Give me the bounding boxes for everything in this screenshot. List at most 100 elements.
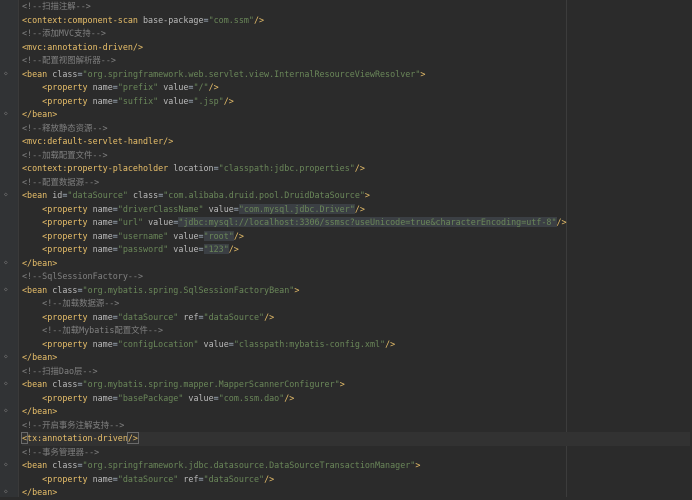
code-line[interactable]: <property name="suffix" value=".jsp"/> bbox=[22, 95, 690, 109]
code-token-str: "basePackage" bbox=[117, 392, 184, 403]
code-token-attr: name bbox=[92, 217, 113, 227]
code-line[interactable]: ◇ <bean class="org.springframework.web.se… bbox=[4, 68, 690, 82]
code-token-str: "prefix" bbox=[117, 82, 159, 92]
code-token-comment: <!--释放静态资源--> bbox=[22, 122, 108, 133]
code-line[interactable]: <mvc:annotation-driven/> bbox=[22, 41, 690, 55]
code-token-tag: <property bbox=[42, 217, 93, 227]
code-lines[interactable]: <!--扫描注解--> <context:component-scan base-… bbox=[4, 0, 690, 500]
code-line[interactable]: ◇ <bean class="org.mybatis.spring.mapper.… bbox=[4, 378, 690, 392]
code-line[interactable]: <property name="configLocation" value="c… bbox=[22, 338, 690, 352]
code-token-comment: <!--配置数据源--> bbox=[22, 176, 100, 187]
code-token-str: "suffix" bbox=[117, 95, 159, 106]
code-line[interactable]: ◇ </bean> bbox=[4, 486, 690, 500]
code-token-tag: > bbox=[364, 190, 370, 200]
fold-marker-icon[interactable]: ◇ bbox=[4, 354, 10, 360]
code-line[interactable]: <property name="url" value="jdbc:mysql:/… bbox=[22, 216, 690, 230]
code-token-comment: <!--扫描Dao层--> bbox=[22, 365, 98, 376]
code-token-tag: <bean bbox=[22, 284, 53, 295]
code-token-attr: name bbox=[92, 338, 113, 349]
code-line[interactable]: <!--扫描注解--> bbox=[22, 0, 690, 14]
code-token-attr: value bbox=[203, 203, 234, 214]
fold-marker-icon[interactable]: ◇ bbox=[4, 192, 10, 198]
code-line[interactable]: <property name="password" value="123"/> bbox=[22, 243, 690, 257]
code-token-tag: </bean> bbox=[22, 352, 58, 362]
code-line[interactable]: <context:component-scan base-package="co… bbox=[22, 14, 690, 28]
code-line[interactable]: ◇ <bean id="dataSource" class="com.alibab… bbox=[4, 189, 690, 203]
code-line[interactable]: <!--事务管理器--> bbox=[22, 446, 690, 460]
code-line[interactable]: <!--加载数据源--> bbox=[22, 297, 690, 311]
code-token-tag: /> bbox=[264, 311, 275, 322]
code-token-attr: name bbox=[92, 95, 113, 106]
code-line[interactable]: <context:property-placeholder location="… bbox=[22, 162, 690, 176]
code-line[interactable]: ◇ </bean> bbox=[4, 405, 690, 419]
code-token-str: "dataSource" bbox=[67, 190, 128, 200]
code-token-attr: value bbox=[198, 338, 229, 349]
code-editor[interactable]: <!--扫描注解--> <context:component-scan base-… bbox=[0, 0, 692, 497]
code-line[interactable]: <property name="username" value="root"/> bbox=[22, 230, 690, 244]
code-line[interactable]: ◇ <bean class="org.mybatis.spring.SqlSess… bbox=[4, 284, 690, 298]
code-token-tag: <context:property-placeholder bbox=[22, 163, 174, 173]
fold-marker-icon[interactable]: ◇ bbox=[4, 489, 10, 495]
code-token-attr: value bbox=[158, 82, 189, 92]
fold-marker-icon[interactable]: ◇ bbox=[4, 381, 10, 387]
fold-marker-icon[interactable]: ◇ bbox=[4, 408, 10, 414]
fold-marker-icon[interactable]: ◇ bbox=[4, 462, 10, 468]
code-line[interactable]: <!--SqlSessionFactory--> bbox=[22, 270, 690, 284]
code-line[interactable]: <!--添加MVC支持--> bbox=[22, 27, 690, 41]
code-token-str: "url" bbox=[117, 217, 144, 227]
code-line[interactable]: <!--扫描Dao层--> bbox=[22, 365, 690, 379]
code-token-attr: name bbox=[92, 82, 113, 92]
code-token-str: "dataSource" bbox=[203, 473, 265, 484]
code-token-str: "com.mysql.jdbc.Driver" bbox=[238, 203, 355, 214]
code-line[interactable]: ◇ </bean> bbox=[4, 257, 690, 271]
code-line[interactable]: <mvc:default-servlet-handler/> bbox=[22, 135, 690, 149]
code-token-str: "classpath:mybatis-config.xml" bbox=[233, 338, 386, 349]
code-line[interactable]: ◇ </bean> bbox=[4, 351, 690, 365]
code-token-tag: > bbox=[415, 460, 421, 470]
code-token-str: "driverClassName" bbox=[117, 203, 204, 214]
code-token-tag: <property bbox=[42, 311, 93, 322]
code-line[interactable]: <property name="prefix" value="/"/> bbox=[22, 81, 690, 95]
fold-marker-icon[interactable]: ◇ bbox=[4, 111, 10, 117]
code-token-str: "com.ssm.dao" bbox=[218, 392, 285, 403]
code-token-comment: <!--加载Mybatis配置文件--> bbox=[42, 325, 164, 335]
fold-marker-icon[interactable]: ◇ bbox=[4, 286, 10, 293]
code-token-attr: name bbox=[92, 473, 113, 484]
code-token-str: "root" bbox=[203, 230, 234, 241]
code-line[interactable]: <!--开启事务注解支持--> bbox=[22, 419, 690, 433]
code-token-tag: <bean bbox=[22, 68, 53, 79]
code-token-comment: <!--事务管理器--> bbox=[22, 446, 100, 457]
code-token-attr: class bbox=[52, 284, 78, 295]
code-line[interactable]: <tx:annotation-driven/> bbox=[20, 432, 690, 446]
code-line[interactable]: <property name="driverClassName" value="… bbox=[22, 203, 690, 217]
code-line[interactable]: ◇ </bean> bbox=[4, 108, 690, 122]
code-line[interactable]: <!--配置数据源--> bbox=[22, 176, 690, 190]
code-token-tag: <context:component-scan bbox=[22, 14, 144, 25]
code-line[interactable]: <!--释放静态资源--> bbox=[22, 122, 690, 136]
code-token-comment: <!--扫描注解--> bbox=[22, 1, 91, 11]
code-token-str: "com.ssm" bbox=[208, 14, 254, 25]
code-line[interactable]: <!--配置视图解析器--> bbox=[22, 54, 690, 68]
fold-marker-icon[interactable]: ◇ bbox=[4, 70, 10, 77]
code-token-attr: base-package bbox=[143, 14, 204, 25]
code-token-tag: </bean> bbox=[22, 109, 58, 119]
code-token-str: "dataSource" bbox=[203, 311, 265, 322]
code-line[interactable]: <property name="dataSource" ref="dataSou… bbox=[22, 311, 690, 325]
code-line[interactable]: <property name="dataSource" ref="dataSou… bbox=[22, 473, 690, 487]
code-line[interactable]: <!--加载配置文件--> bbox=[22, 149, 690, 163]
code-token-attr: name bbox=[92, 230, 113, 241]
code-line[interactable]: ◇ <bean class="org.springframework.jdbc.d… bbox=[4, 459, 690, 473]
code-token-str: "org.mybatis.spring.SqlSessionFactoryBea… bbox=[82, 284, 295, 295]
code-line[interactable]: <!--加载Mybatis配置文件--> bbox=[22, 324, 690, 338]
code-line[interactable]: <property name="basePackage" value="com.… bbox=[22, 392, 690, 406]
fold-marker-icon[interactable]: ◇ bbox=[4, 259, 10, 266]
code-token-str: "com.alibaba.druid.pool.DruidDataSource" bbox=[163, 190, 365, 200]
code-token-tag: /> bbox=[223, 95, 234, 106]
